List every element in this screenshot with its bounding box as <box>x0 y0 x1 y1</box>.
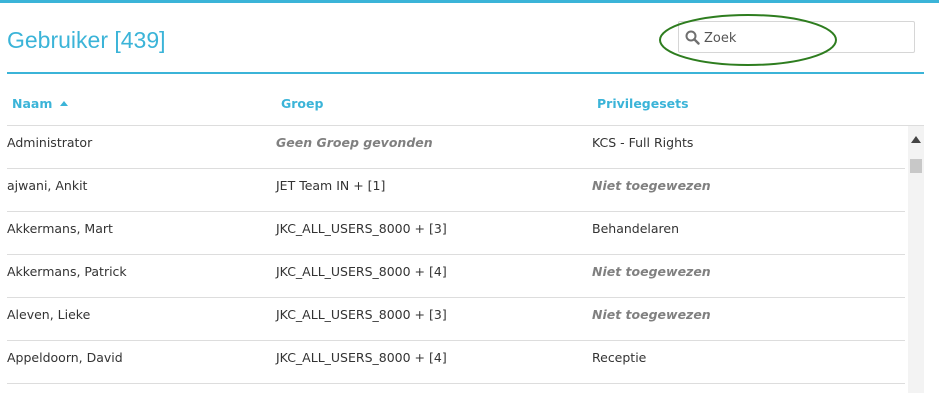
table-row[interactable]: Akkermans, Mart JKC_ALL_USERS_8000 + [3]… <box>7 212 905 255</box>
table-row[interactable]: Appeldoorn, David JKC_ALL_USERS_8000 + [… <box>7 341 905 384</box>
user-privileges: Niet toegewezen <box>592 178 711 193</box>
user-group: JET Team IN + [1] <box>276 178 386 193</box>
user-privileges: Niet toegewezen <box>592 307 711 322</box>
user-group: JKC_ALL_USERS_8000 + [3] <box>276 307 447 322</box>
user-name: Akkermans, Mart <box>7 221 113 236</box>
table-row[interactable]: Administrator Geen Groep gevonden KCS - … <box>7 126 905 169</box>
table-row[interactable]: Aleven, Lieke JKC_ALL_USERS_8000 + [3] N… <box>7 298 905 341</box>
page-title: Gebruiker [439] <box>7 27 166 53</box>
user-list-page: Gebruiker [439] Naam Groep Privilegesets… <box>0 0 939 393</box>
user-name: Appeldoorn, David <box>7 350 123 365</box>
user-name: ajwani, Ankit <box>7 178 88 193</box>
column-header-privilegesets[interactable]: Privilegesets <box>597 96 689 111</box>
search-icon <box>685 30 700 45</box>
user-name: Aleven, Lieke <box>7 307 91 322</box>
table-row[interactable]: Akkermans, Patrick JKC_ALL_USERS_8000 + … <box>7 255 905 298</box>
sort-ascending-icon[interactable] <box>60 101 68 106</box>
user-group: JKC_ALL_USERS_8000 + [3] <box>276 221 447 236</box>
user-privileges: Receptie <box>592 350 647 365</box>
top-accent-line <box>0 0 939 3</box>
column-header-groep[interactable]: Groep <box>281 96 323 111</box>
table-row[interactable]: ajwani, Ankit JET Team IN + [1] Niet toe… <box>7 169 905 212</box>
user-name: Administrator <box>7 135 93 150</box>
user-name: Akkermans, Patrick <box>7 264 127 279</box>
title-divider <box>7 72 924 74</box>
user-privileges: KCS - Full Rights <box>592 135 694 150</box>
user-group: JKC_ALL_USERS_8000 + [4] <box>276 350 447 365</box>
user-privileges: Niet toegewezen <box>592 264 711 279</box>
column-header-naam[interactable]: Naam <box>12 96 52 111</box>
scroll-up-icon[interactable] <box>911 136 921 143</box>
user-group: Geen Groep gevonden <box>276 135 433 150</box>
user-table-body: Administrator Geen Groep gevonden KCS - … <box>7 126 905 384</box>
user-privileges: Behandelaren <box>592 221 680 236</box>
user-group: JKC_ALL_USERS_8000 + [4] <box>276 264 447 279</box>
search-input[interactable] <box>704 27 909 49</box>
scrollbar-thumb[interactable] <box>910 159 922 173</box>
